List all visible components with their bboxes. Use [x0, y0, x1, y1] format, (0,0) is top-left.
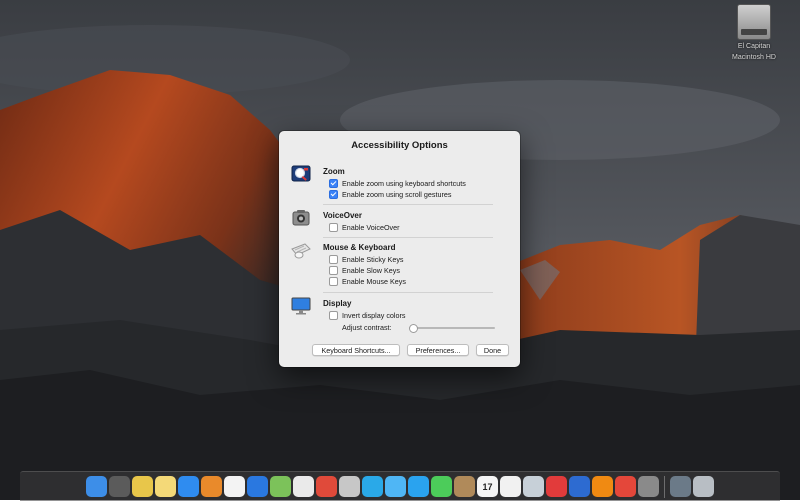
- keyboard-mouse-icon: [291, 241, 311, 259]
- dialog-title: Accessibility Options: [351, 140, 448, 151]
- dock-separator: [664, 475, 665, 498]
- option-label: Enable Mouse Keys: [342, 277, 406, 286]
- option-label: Enable Sticky Keys: [342, 255, 404, 264]
- infuse-icon[interactable]: [615, 476, 636, 497]
- facetime-icon[interactable]: [431, 476, 452, 497]
- stickies-icon[interactable]: [132, 476, 153, 497]
- contrast-slider[interactable]: [409, 324, 495, 333]
- option-label: Invert display colors: [342, 311, 406, 320]
- notes-icon[interactable]: [155, 476, 176, 497]
- sticky-keys-checkbox[interactable]: [329, 255, 338, 264]
- photos-icon[interactable]: [224, 476, 245, 497]
- mouse-keyboard-title: Mouse & Keyboard: [323, 243, 396, 252]
- maps-icon[interactable]: [270, 476, 291, 497]
- preferences-button[interactable]: Preferences...: [407, 344, 469, 356]
- display-title: Display: [323, 299, 352, 308]
- mouse-keys-option[interactable]: Enable Mouse Keys: [329, 276, 406, 287]
- enable-voiceover-option[interactable]: Enable VoiceOver: [329, 222, 400, 233]
- dock: 17: [20, 471, 780, 501]
- hard-drive-icon[interactable]: [737, 4, 771, 40]
- reminders-icon[interactable]: [500, 476, 521, 497]
- adjust-contrast-label: Adjust contrast:: [342, 323, 392, 332]
- desktop-drive[interactable]: El Capitan Macintosh HD: [716, 4, 792, 62]
- section-divider: [323, 237, 493, 238]
- zoom-keyboard-shortcuts-option[interactable]: Enable zoom using keyboard shortcuts: [329, 178, 466, 189]
- ibooks-icon[interactable]: [201, 476, 222, 497]
- display-icon: [291, 297, 311, 315]
- mail-icon[interactable]: [523, 476, 544, 497]
- messages-icon[interactable]: [385, 476, 406, 497]
- scrivener-icon[interactable]: [339, 476, 360, 497]
- done-button[interactable]: Done: [476, 344, 509, 356]
- safari-icon[interactable]: [247, 476, 268, 497]
- option-label: Enable zoom using scroll gestures: [342, 190, 452, 199]
- downloads-folder-icon[interactable]: [670, 476, 691, 497]
- slow-keys-option[interactable]: Enable Slow Keys: [329, 265, 400, 276]
- zoom-scroll-gestures-option[interactable]: Enable zoom using scroll gestures: [329, 189, 451, 200]
- drive-label-name: El Capitan: [737, 43, 771, 50]
- section-divider: [323, 204, 493, 205]
- app-store-icon[interactable]: [178, 476, 199, 497]
- option-label: Enable Slow Keys: [342, 266, 400, 275]
- launchpad-icon[interactable]: [109, 476, 130, 497]
- drive-label-subtitle: Macintosh HD: [732, 54, 776, 61]
- mouse-keys-checkbox[interactable]: [329, 277, 338, 286]
- accessibility-options-dialog: Accessibility Options Zoom Enable zoom u…: [279, 131, 520, 367]
- slow-keys-checkbox[interactable]: [329, 266, 338, 275]
- finder-icon[interactable]: [86, 476, 107, 497]
- magnifier-icon: [291, 165, 311, 183]
- invert-colors-checkbox[interactable]: [329, 311, 338, 320]
- zoom-keyboard-shortcuts-checkbox[interactable]: [329, 179, 338, 188]
- calendar-icon[interactable]: 17: [477, 476, 498, 497]
- zoom-title: Zoom: [323, 167, 345, 176]
- contacts-icon[interactable]: [454, 476, 475, 497]
- trash-icon[interactable]: [693, 476, 714, 497]
- enable-voiceover-checkbox[interactable]: [329, 223, 338, 232]
- sticky-keys-option[interactable]: Enable Sticky Keys: [329, 254, 404, 265]
- system-preferences-icon[interactable]: [638, 476, 659, 497]
- 1password-icon[interactable]: [569, 476, 590, 497]
- twitter-icon[interactable]: [408, 476, 429, 497]
- zoom-scroll-gestures-checkbox[interactable]: [329, 190, 338, 199]
- option-label: Enable zoom using keyboard shortcuts: [342, 179, 466, 188]
- invert-colors-option[interactable]: Invert display colors: [329, 310, 406, 321]
- vlc-icon[interactable]: [592, 476, 613, 497]
- contrast-slider-knob[interactable]: [409, 324, 418, 333]
- clock-icon[interactable]: [293, 476, 314, 497]
- skype-icon[interactable]: [362, 476, 383, 497]
- voiceover-icon: [291, 209, 311, 227]
- section-divider: [323, 292, 493, 293]
- voiceover-title: VoiceOver: [323, 211, 362, 220]
- keyboard-shortcuts-button[interactable]: Keyboard Shortcuts...: [312, 344, 400, 356]
- airmail-icon[interactable]: [546, 476, 567, 497]
- option-label: Enable VoiceOver: [342, 223, 400, 232]
- chrome-icon[interactable]: [316, 476, 337, 497]
